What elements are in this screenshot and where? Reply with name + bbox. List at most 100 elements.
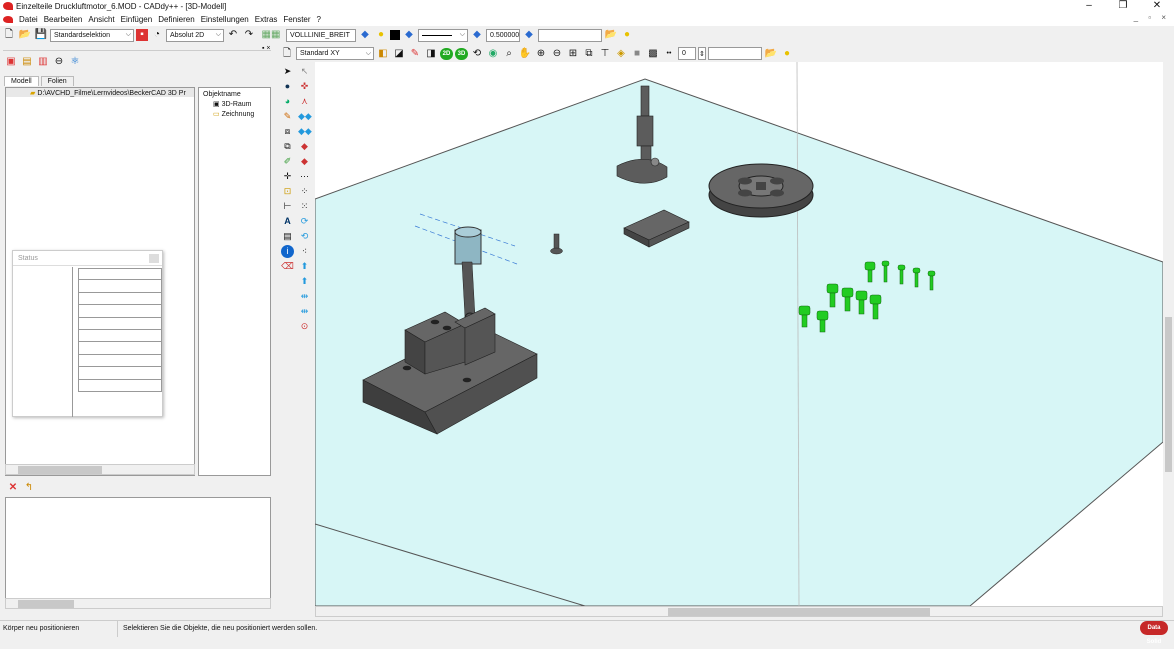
color-swatch-icon[interactable] <box>390 30 400 40</box>
zoom-window-icon[interactable]: ⧉ <box>582 47 596 61</box>
globe-tool-icon[interactable]: ◕ <box>281 95 294 108</box>
panel-tool-3-icon[interactable]: ▥ <box>36 55 50 69</box>
arrow-icon[interactable]: ↰ <box>22 481 36 495</box>
object-item-zeichnung[interactable]: ▭ Zeichnung <box>203 110 266 118</box>
menu-extras[interactable]: Extras <box>252 15 281 24</box>
output-hscrollbar[interactable] <box>5 598 271 609</box>
mdi-controls[interactable]: _ ▫ × <box>1134 13 1170 22</box>
layer-icon-2[interactable]: ◆ <box>402 28 416 42</box>
new-file-icon[interactable]: 🗋 <box>2 28 16 42</box>
app-icon[interactable] <box>3 2 13 10</box>
page-icon[interactable]: 🗋 <box>280 47 294 61</box>
status-close-button[interactable] <box>149 254 159 263</box>
pan-icon[interactable]: ✋ <box>518 47 532 61</box>
view-select[interactable]: Standard XY ⌵ <box>296 47 374 60</box>
selection-mode-select[interactable]: Standardselektion ⌵ <box>50 28 134 42</box>
line-type-select[interactable]: ⌵ <box>418 28 468 42</box>
close-button[interactable]: ✕ <box>1140 0 1174 12</box>
viewport-vscrollbar[interactable] <box>1163 62 1174 606</box>
eraser-icon[interactable]: ⌫ <box>281 260 294 273</box>
status-row[interactable] <box>78 268 162 281</box>
gray-box-icon[interactable]: ■ <box>630 47 644 61</box>
rotate-tool-icon[interactable]: ◆ <box>298 140 311 153</box>
menu-einstellungen[interactable]: Einstellungen <box>198 15 252 24</box>
layer-icon[interactable]: ◆ <box>358 28 372 42</box>
dots-grid-2-icon[interactable]: ⁘ <box>298 185 311 198</box>
menu-bearbeiten[interactable]: Bearbeiten <box>41 15 86 24</box>
up-arrow-2-icon[interactable]: ⬆ <box>298 275 311 288</box>
open-folder-icon[interactable]: 📂 <box>18 28 32 42</box>
tab-modell[interactable]: Modell <box>4 76 39 86</box>
menu-ansicht[interactable]: Ansicht <box>85 15 117 24</box>
tree-hscrollbar[interactable] <box>5 464 195 475</box>
tab-folien[interactable]: Folien <box>40 76 74 86</box>
bulb-icon[interactable]: ● <box>374 28 388 42</box>
bulb-icon-2[interactable]: ● <box>620 28 634 42</box>
status-row[interactable] <box>78 342 162 355</box>
snap-icon[interactable]: ✛ <box>281 170 294 183</box>
status-panel[interactable]: Status <box>12 250 163 417</box>
pencil-tool-icon[interactable]: ✎ <box>281 110 294 123</box>
dots-grid-icon[interactable]: ⋯ <box>298 170 311 183</box>
arrow-tool-icon[interactable]: ↖ <box>298 65 311 78</box>
doc-icon[interactable] <box>3 15 13 23</box>
info-icon[interactable]: i <box>281 245 294 258</box>
minimize-button[interactable]: – <box>1072 0 1106 12</box>
status-row[interactable] <box>78 305 162 318</box>
output-panel[interactable] <box>5 497 271 609</box>
view-tool-3-icon[interactable]: ◨ <box>424 47 438 61</box>
text-icon[interactable]: A <box>281 215 294 228</box>
scroll-thumb[interactable] <box>668 608 930 616</box>
layer-icon-4[interactable]: ◆ <box>522 28 536 42</box>
up-arrow-icon[interactable]: ⬆ <box>298 260 311 273</box>
rotate-icon[interactable]: ⟲ <box>470 47 484 61</box>
circle-target-icon[interactable]: ⊙ <box>298 320 311 333</box>
line-width-field[interactable]: 0.500000 <box>486 28 520 42</box>
refresh-icon[interactable]: ⟳ <box>298 215 311 228</box>
status-row[interactable] <box>78 367 162 380</box>
bulb-icon-3[interactable]: ● <box>780 47 794 61</box>
mirror-2-icon[interactable]: ◆◆ <box>298 125 312 138</box>
pencil-icon[interactable]: ✎ <box>408 47 422 61</box>
status-row[interactable] <box>78 379 162 392</box>
model-scene[interactable] <box>315 62 1163 606</box>
refresh-2-icon[interactable]: ⟲ <box>298 230 311 243</box>
menu-fenster[interactable]: Fenster <box>280 15 313 24</box>
panel-tool-1-icon[interactable]: ▣ <box>4 55 18 69</box>
scroll-thumb[interactable] <box>1165 317 1172 472</box>
flywheel-part[interactable] <box>708 163 814 218</box>
spin-arrows[interactable]: ⇕ <box>698 47 706 60</box>
menu-help[interactable]: ? <box>314 15 324 24</box>
3d-viewport[interactable] <box>315 62 1163 606</box>
panel-tool-2-icon[interactable]: ▤ <box>20 55 34 69</box>
scroll-thumb[interactable] <box>18 466 102 474</box>
node-icon[interactable]: ⊡ <box>281 185 294 198</box>
menu-definieren[interactable]: Definieren <box>155 15 197 24</box>
zoom-in-icon[interactable]: ⊕ <box>534 47 548 61</box>
dimension-icon[interactable]: ⊢ <box>281 200 294 213</box>
zoom-icon[interactable]: ⌕ <box>502 47 516 61</box>
delete-icon[interactable]: ✕ <box>6 481 20 495</box>
redo-icon[interactable]: ↷ <box>242 28 256 42</box>
menu-einfuegen[interactable]: Einfügen <box>118 15 156 24</box>
hatch-icon[interactable]: ▩ <box>646 47 660 61</box>
scatter-icon[interactable]: ⁖ <box>298 245 311 258</box>
sphere-icon[interactable]: ● <box>281 80 294 93</box>
draw-icon[interactable]: ✐ <box>281 155 294 168</box>
point-icon[interactable]: ⋏ <box>298 95 311 108</box>
select-filter-icon[interactable]: ▪ <box>136 29 148 41</box>
panel-tool-5-icon[interactable]: ⚛ <box>68 55 82 69</box>
scale-icon[interactable]: ◆ <box>298 155 311 168</box>
folder-bulb-icon[interactable]: 📂 <box>604 28 618 42</box>
badge-3d[interactable]: 3D <box>455 47 468 60</box>
measure-icon[interactable]: ⊤ <box>598 47 612 61</box>
tree-item-path[interactable]: ▰ D:\AVCHD_Filme\Lernvideos\BeckerCAD 3D… <box>6 88 194 97</box>
coordinate-icon[interactable]: ◔ <box>150 28 164 42</box>
move-icon[interactable]: ✜ <box>298 80 311 93</box>
zoom-out-icon[interactable]: ⊖ <box>550 47 564 61</box>
object-item-3d-raum[interactable]: ▣ 3D-Raum <box>203 100 266 108</box>
menu-datei[interactable]: Datei <box>16 15 41 24</box>
align-icon[interactable]: ⇹ <box>298 290 311 303</box>
grid-icon[interactable]: ▦▦ <box>258 28 284 42</box>
status-row[interactable] <box>78 292 162 306</box>
